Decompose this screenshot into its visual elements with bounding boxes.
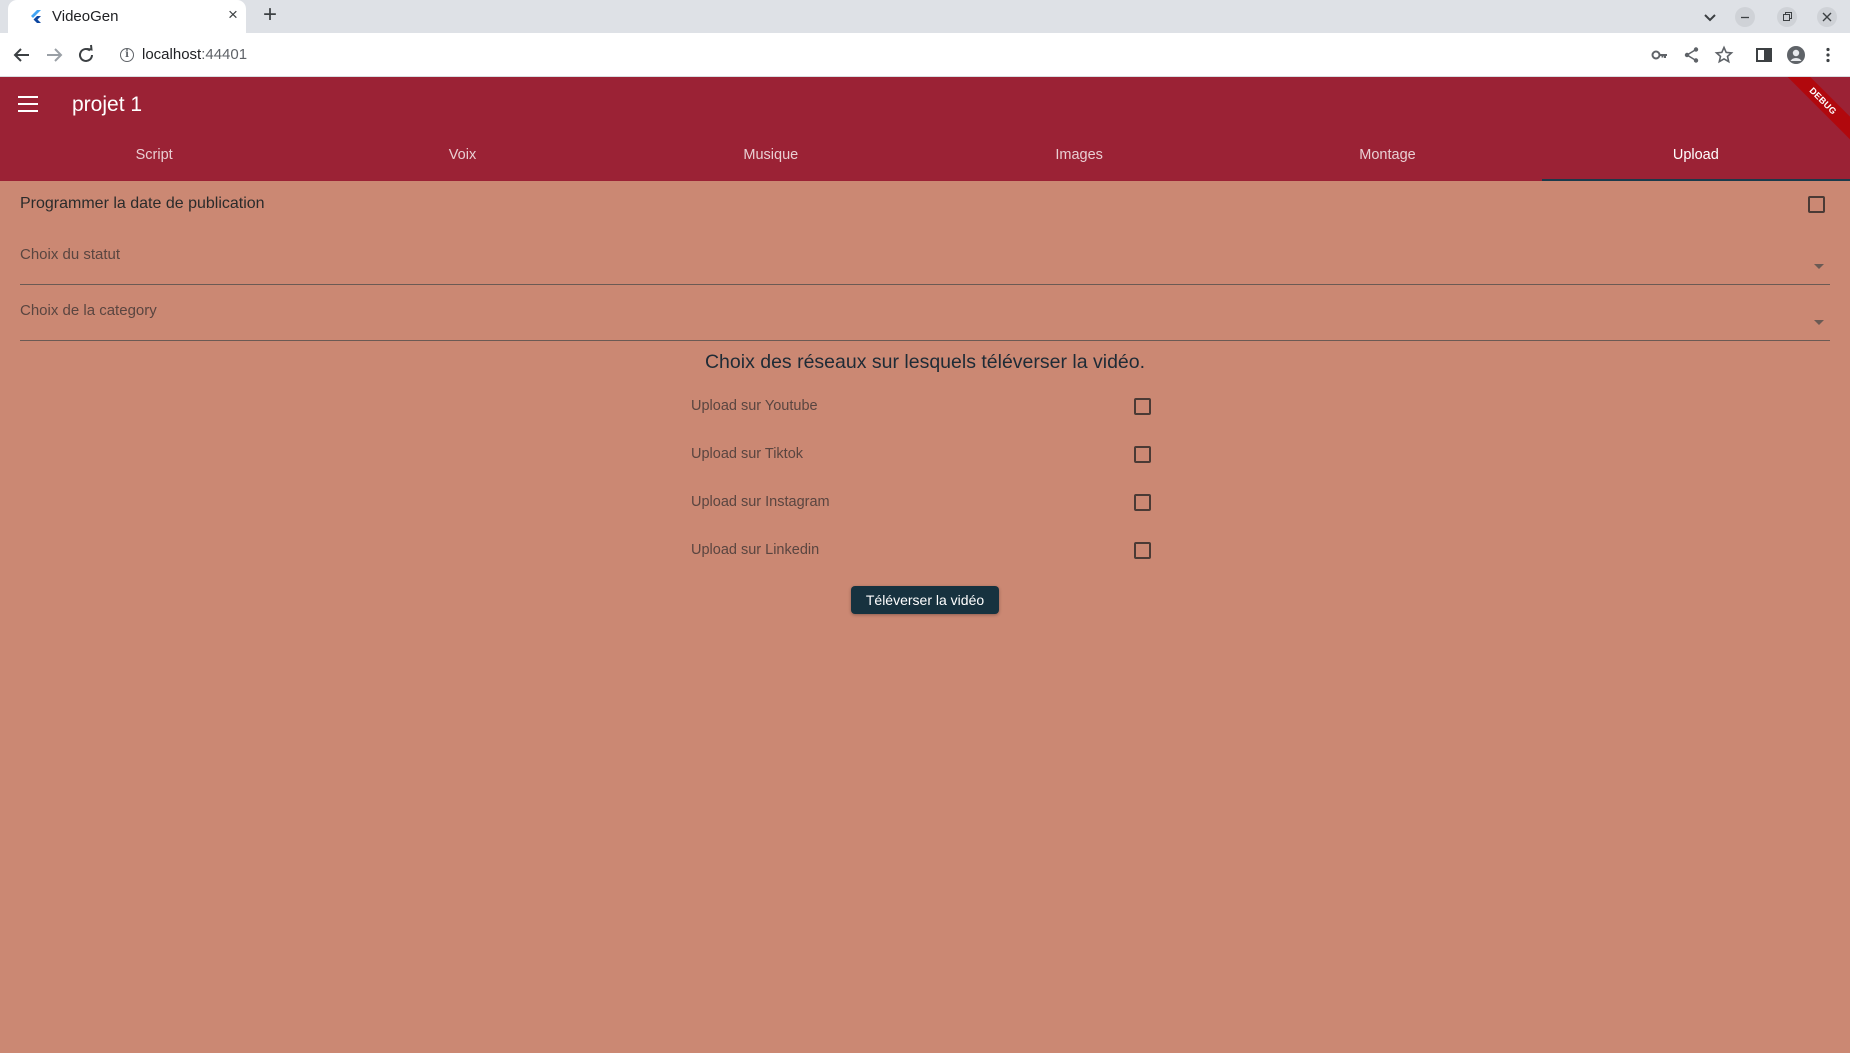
tab-musique[interactable]: Musique — [617, 133, 925, 181]
minimize-window-button[interactable] — [1735, 7, 1755, 27]
password-key-icon[interactable] — [1650, 45, 1670, 65]
tab-images[interactable]: Images — [925, 133, 1233, 181]
new-tab-button[interactable]: + — [258, 3, 282, 28]
tab-bar: Script Voix Musique Images Montage Uploa… — [0, 133, 1850, 181]
network-label-instagram: Upload sur Instagram — [691, 494, 830, 510]
restore-window-button[interactable] — [1777, 7, 1797, 27]
upload-video-button[interactable]: Téléverser la vidéo — [851, 586, 999, 614]
share-icon[interactable] — [1682, 45, 1702, 65]
address-bar[interactable]: i localhost:44401 — [110, 39, 1640, 71]
network-row-instagram: Upload sur Instagram — [691, 489, 1153, 517]
status-dropdown-arrow-icon — [1814, 264, 1824, 269]
network-label-tiktok: Upload sur Tiktok — [691, 446, 804, 462]
category-dropdown[interactable]: Choix de la category — [20, 293, 1830, 341]
network-row-youtube: Upload sur Youtube — [691, 393, 1153, 421]
tab-title: VideoGen — [52, 8, 119, 25]
forward-arrow-icon[interactable] — [42, 43, 66, 67]
profile-avatar-icon[interactable] — [1786, 45, 1806, 65]
category-dropdown-arrow-icon — [1814, 320, 1824, 325]
network-checkbox-tiktok[interactable] — [1134, 446, 1151, 463]
close-window-button[interactable] — [1817, 7, 1837, 27]
restore-icon — [1783, 12, 1792, 21]
tab-montage[interactable]: Montage — [1233, 133, 1541, 181]
reload-icon[interactable] — [74, 43, 98, 67]
hamburger-menu-icon[interactable] — [18, 96, 38, 112]
browser-toolbar: i localhost:44401 — [0, 33, 1850, 77]
url-text: localhost:44401 — [142, 46, 248, 63]
network-checkbox-linkedin[interactable] — [1134, 542, 1151, 559]
schedule-publication-checkbox[interactable] — [1808, 196, 1825, 213]
page-title: projet 1 — [72, 93, 143, 116]
tab-script[interactable]: Script — [0, 133, 308, 181]
network-checkbox-youtube[interactable] — [1134, 398, 1151, 415]
side-panel-icon[interactable] — [1754, 45, 1774, 65]
network-label-linkedin: Upload sur Linkedin — [691, 542, 820, 558]
networks-heading: Choix des réseaux sur lesquels téléverse… — [704, 351, 1146, 373]
site-info-icon[interactable]: i — [120, 48, 134, 62]
browser-menu-icon[interactable] — [1818, 45, 1838, 65]
tab-search-icon[interactable] — [1700, 7, 1720, 27]
category-dropdown-label: Choix de la category — [20, 302, 157, 319]
tab-voix[interactable]: Voix — [308, 133, 616, 181]
browser-tab[interactable]: VideoGen × — [8, 0, 246, 33]
upload-form: Programmer la date de publication Choix … — [0, 181, 1850, 1053]
schedule-publication-label: Programmer la date de publication — [20, 195, 265, 212]
network-row-linkedin: Upload sur Linkedin — [691, 537, 1153, 565]
network-row-tiktok: Upload sur Tiktok — [691, 441, 1153, 469]
status-dropdown[interactable]: Choix du statut — [20, 237, 1830, 285]
flutter-logo-icon — [31, 10, 41, 23]
app-bar: projet 1 DEBUG Script Voix Musique Image… — [0, 77, 1850, 181]
minimize-icon — [1741, 16, 1749, 19]
network-checkbox-instagram[interactable] — [1134, 494, 1151, 511]
browser-tab-strip: VideoGen × + — [0, 0, 1850, 33]
network-label-youtube: Upload sur Youtube — [691, 398, 818, 414]
back-arrow-icon[interactable] — [10, 43, 34, 67]
close-tab-icon[interactable]: × — [224, 6, 242, 24]
close-icon — [1822, 12, 1832, 22]
status-dropdown-label: Choix du statut — [20, 246, 121, 263]
bookmark-star-icon[interactable] — [1714, 45, 1734, 65]
tab-upload[interactable]: Upload — [1542, 133, 1850, 181]
